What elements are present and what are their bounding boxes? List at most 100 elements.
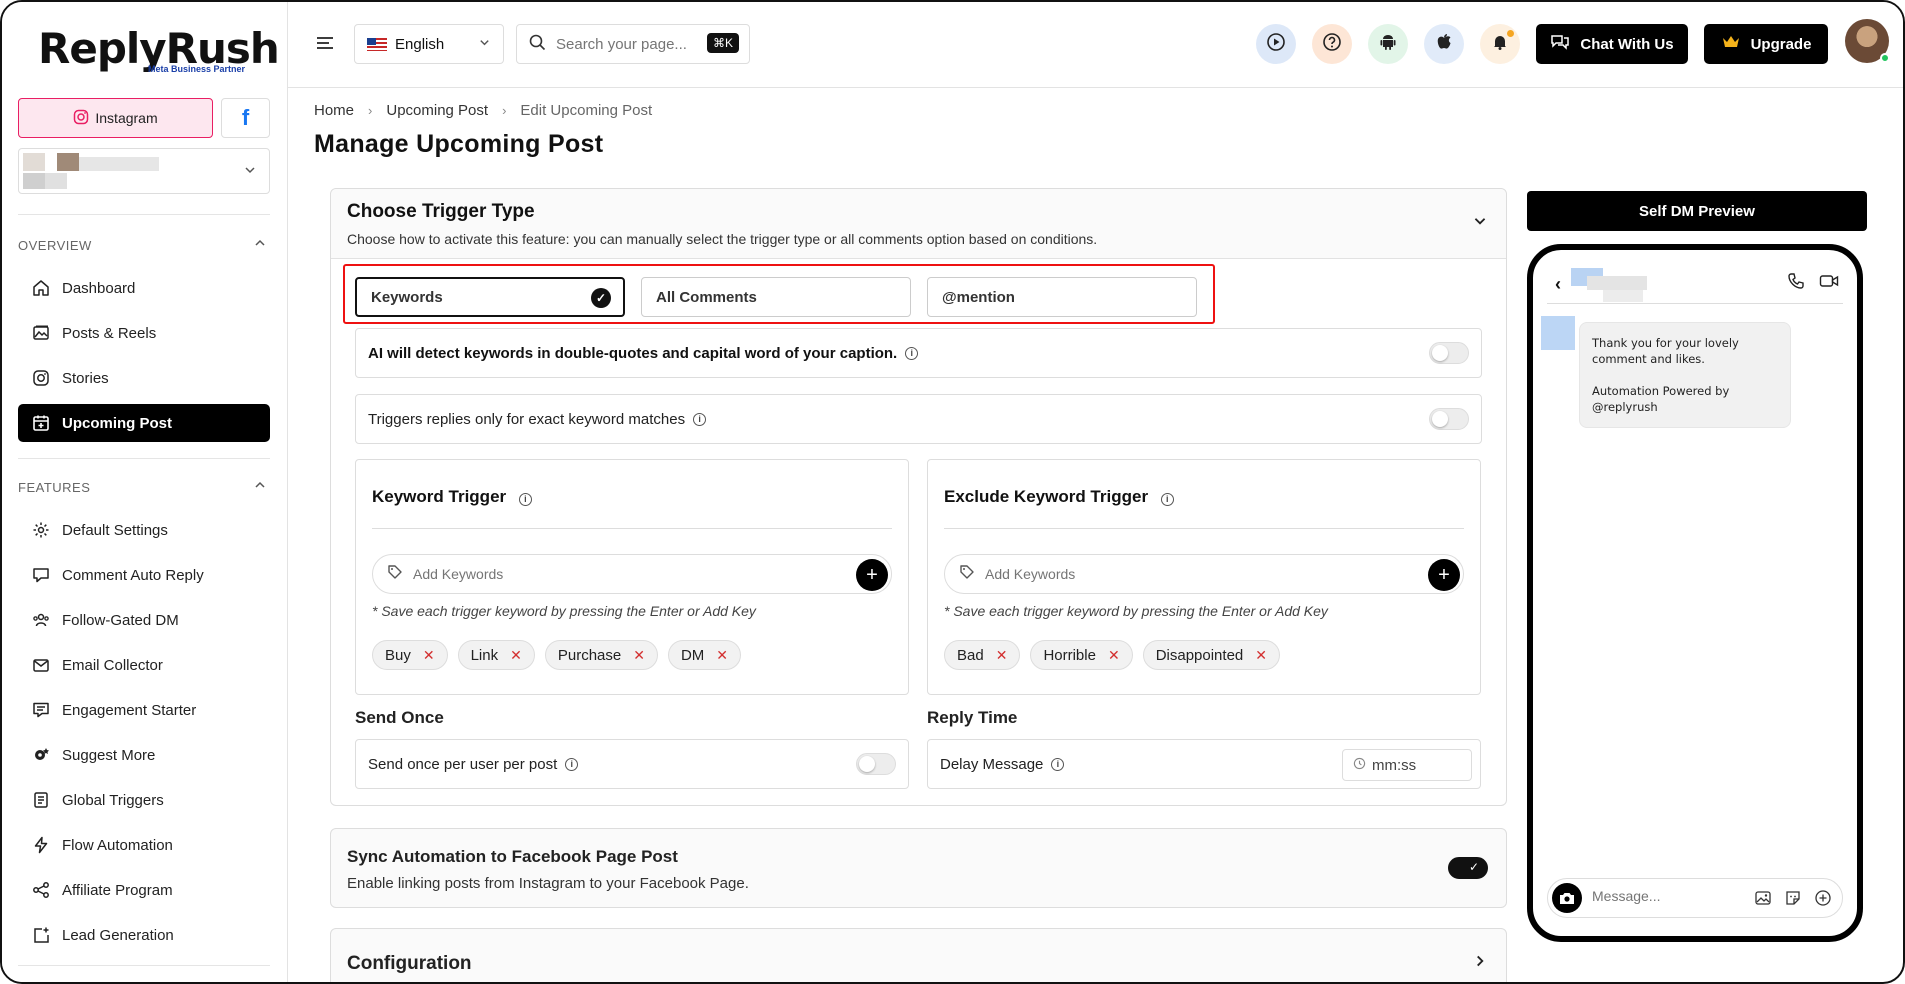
chat-with-us-button[interactable]: Chat With Us: [1536, 24, 1688, 64]
exclude-keyword-panel: Exclude Keyword Trigger i + * Save each …: [927, 459, 1481, 695]
info-icon[interactable]: i: [565, 757, 579, 771]
instagram-icon: [32, 369, 50, 387]
configuration-card[interactable]: Configuration: [330, 928, 1507, 982]
sidebar-item-dashboard[interactable]: Dashboard: [18, 269, 270, 307]
sidebar-item-default-settings[interactable]: Default Settings: [18, 511, 270, 549]
camera-icon[interactable]: [1552, 883, 1582, 913]
language-select[interactable]: English: [354, 24, 504, 64]
search-bar[interactable]: ⌘K: [516, 24, 750, 64]
user-avatar[interactable]: [1845, 19, 1890, 63]
keyword-chip-label: Bad: [957, 646, 984, 664]
divider: [372, 528, 892, 529]
breadcrumb-upcoming-post[interactable]: Upcoming Post: [386, 102, 488, 119]
features-section-header[interactable]: FEATURES: [18, 480, 270, 495]
self-dm-preview-button[interactable]: Self DM Preview: [1527, 191, 1867, 231]
delay-time-input[interactable]: mm:ss: [1342, 749, 1472, 781]
account-select[interactable]: [18, 148, 270, 194]
ios-app-button[interactable]: [1424, 24, 1464, 64]
android-app-button[interactable]: [1368, 24, 1408, 64]
add-exclude-keyword-button[interactable]: +: [1428, 559, 1460, 591]
sidebar-item-affiliate-program[interactable]: Affiliate Program: [18, 871, 270, 909]
facebook-button[interactable]: f: [221, 98, 270, 138]
info-icon[interactable]: i: [905, 346, 919, 360]
sidebar-item-upcoming-post[interactable]: Upcoming Post: [18, 404, 270, 442]
keyword-trigger-panel: Keyword Trigger i + * Save each trigger …: [355, 459, 909, 695]
remove-keyword-icon[interactable]: ✕: [423, 647, 435, 664]
phone-icon[interactable]: [1787, 272, 1805, 294]
upgrade-button[interactable]: Upgrade: [1704, 24, 1828, 64]
remove-keyword-icon[interactable]: ✕: [633, 647, 645, 664]
remove-keyword-icon[interactable]: ✕: [996, 647, 1008, 664]
sync-facebook-toggle[interactable]: [1448, 857, 1488, 879]
chat-list-icon: [32, 701, 50, 719]
keyword-hint: * Save each trigger keyword by pressing …: [372, 603, 756, 619]
breadcrumb-current: Edit Upcoming Post: [520, 102, 653, 119]
keyword-input[interactable]: [413, 566, 793, 582]
back-arrow-icon[interactable]: ‹: [1555, 274, 1561, 295]
sidebar-item-stories[interactable]: Stories: [18, 359, 270, 397]
send-once-toggle[interactable]: [856, 753, 896, 775]
add-keyword-button[interactable]: +: [856, 559, 888, 591]
overview-section-header[interactable]: OVERVIEW: [18, 238, 270, 253]
keyword-chip-label: DM: [680, 646, 705, 664]
info-icon[interactable]: i: [1051, 757, 1065, 771]
sidebar-item-follow-gated-dm[interactable]: Follow-Gated DM: [18, 601, 270, 639]
sync-card-title: Sync Automation to Facebook Page Post: [347, 847, 678, 866]
trigger-option-keywords[interactable]: Keywords ✓: [355, 277, 625, 317]
chevron-right-icon: [1472, 953, 1488, 974]
remove-keyword-icon[interactable]: ✕: [716, 647, 728, 664]
exclude-input-field[interactable]: +: [944, 554, 1464, 594]
add-circle-icon[interactable]: [1814, 889, 1832, 911]
info-icon[interactable]: i: [693, 412, 707, 426]
keyword-chip: Horrible ✕: [1030, 640, 1133, 670]
remove-keyword-icon[interactable]: ✕: [510, 647, 522, 664]
trigger-card-header[interactable]: Choose Trigger Type Choose how to activa…: [331, 189, 1506, 259]
keyword-input-field[interactable]: +: [372, 554, 892, 594]
hamburger-menu-icon[interactable]: [314, 32, 336, 54]
trigger-options-highlight: Keywords ✓ All Comments @mention: [343, 264, 1215, 324]
sidebar-item-label: Lead Generation: [62, 926, 174, 944]
sidebar-item-email-collector[interactable]: Email Collector: [18, 646, 270, 684]
video-tutorial-button[interactable]: [1256, 24, 1296, 64]
keyword-chip: Buy ✕: [372, 640, 448, 670]
search-input[interactable]: [556, 35, 696, 53]
chevron-down-icon: [478, 36, 491, 52]
trigger-option-mention[interactable]: @mention: [927, 277, 1197, 317]
sticker-icon[interactable]: [1784, 889, 1802, 911]
exact-match-toggle[interactable]: [1429, 408, 1469, 430]
sidebar-item-comment-auto-reply[interactable]: Comment Auto Reply: [18, 556, 270, 594]
remove-keyword-icon[interactable]: ✕: [1255, 647, 1267, 664]
gallery-icon[interactable]: [1754, 889, 1772, 911]
help-button[interactable]: [1312, 24, 1352, 64]
info-icon[interactable]: i: [518, 492, 532, 506]
sidebar-item-flow-automation[interactable]: Flow Automation: [18, 826, 270, 864]
video-camera-icon[interactable]: [1819, 272, 1839, 294]
trigger-card-description: Choose how to activate this feature: you…: [347, 231, 1098, 247]
trigger-option-all-comments[interactable]: All Comments: [641, 277, 911, 317]
send-once-label: Send once per user per post: [368, 755, 558, 773]
us-flag-icon: [367, 37, 387, 51]
info-icon[interactable]: i: [1160, 492, 1174, 506]
sidebar-item-engagement-starter[interactable]: Engagement Starter: [18, 691, 270, 729]
book-icon: [32, 791, 50, 809]
sidebar-item-lead-generation[interactable]: Lead Generation: [18, 916, 270, 954]
exclude-keyword-input[interactable]: [985, 566, 1365, 582]
instagram-button[interactable]: Instagram: [18, 98, 213, 138]
message-input[interactable]: [1592, 888, 1722, 904]
dm-message-bubble: Thank you for your lovely comment and li…: [1579, 322, 1791, 428]
ai-detect-toggle[interactable]: [1429, 342, 1469, 364]
chat-bubbles-icon: [1550, 32, 1570, 56]
chevron-up-icon: [254, 237, 266, 252]
sidebar-item-suggest-more[interactable]: Suggest More: [18, 736, 270, 774]
online-status-dot: [1880, 53, 1890, 63]
android-icon: [1378, 32, 1398, 56]
reply-time-row: Delay Message i mm:ss: [927, 739, 1481, 789]
remove-keyword-icon[interactable]: ✕: [1108, 647, 1120, 664]
platform-switcher: Instagram f: [18, 98, 270, 138]
features-header-label: FEATURES: [18, 480, 91, 495]
sidebar-item-global-triggers[interactable]: Global Triggers: [18, 781, 270, 819]
sidebar-item-posts-reels[interactable]: Posts & Reels: [18, 314, 270, 352]
notifications-button[interactable]: [1480, 24, 1520, 64]
breadcrumb-home[interactable]: Home: [314, 102, 354, 119]
reply-time-heading: Reply Time: [927, 708, 1018, 727]
